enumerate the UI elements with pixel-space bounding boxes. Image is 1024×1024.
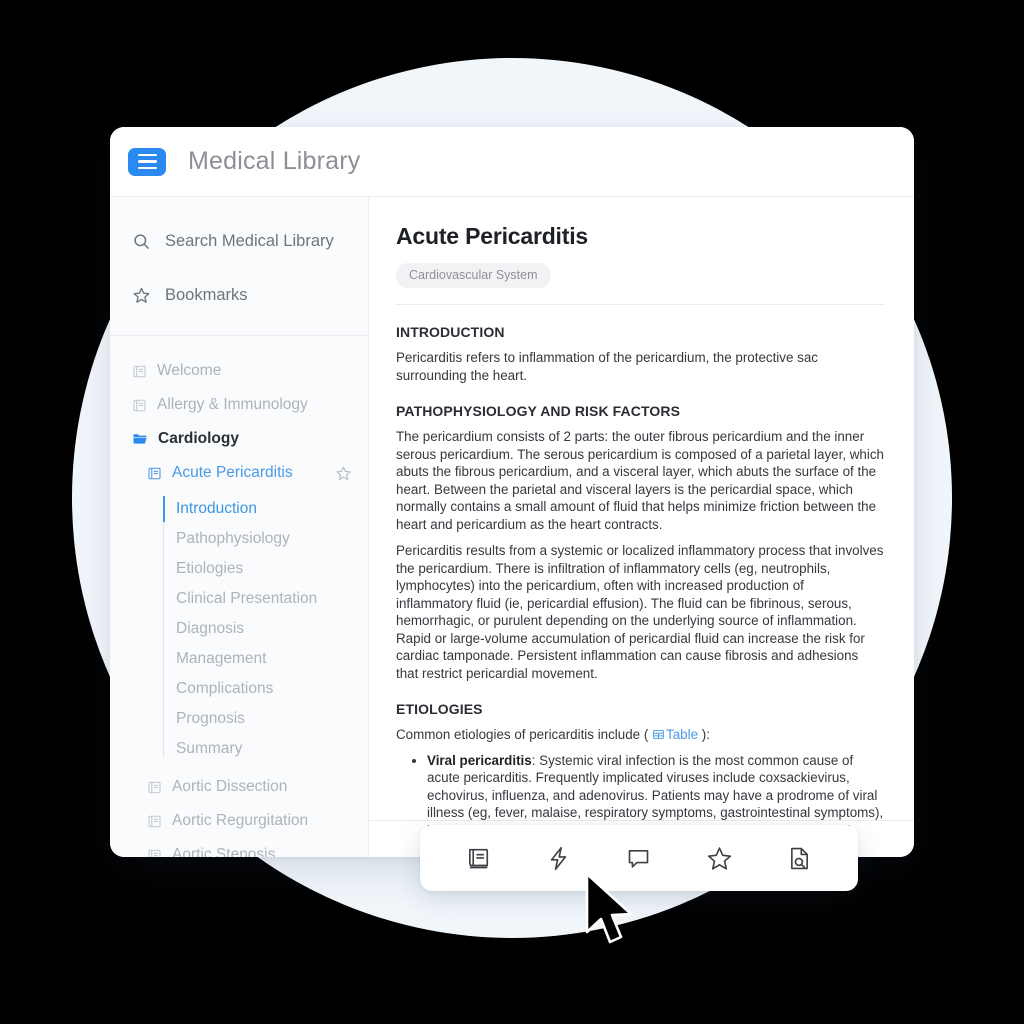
bookmarks-label: Bookmarks	[165, 285, 248, 304]
page-title: Acute Pericarditis	[396, 223, 588, 249]
star-icon	[133, 287, 150, 303]
sidebar-item-label: Aortic Regurgitation	[172, 812, 309, 829]
toc-item-clinical-presentation[interactable]: Clinical Presentation	[163, 584, 368, 614]
toolbar-quick-button[interactable]	[532, 835, 586, 881]
search-icon	[134, 233, 149, 249]
title-bar: Medical Library	[110, 127, 914, 197]
book-icon	[148, 815, 161, 827]
sidebar-item-aortic-dissection[interactable]: Aortic Dissection	[110, 770, 368, 804]
sidebar-item-welcome[interactable]: Welcome	[110, 354, 368, 388]
sidebar-actions: Search Medical Library Bookmarks	[110, 197, 368, 336]
book-icon	[468, 848, 488, 868]
sidebar-item-label: Welcome	[157, 362, 222, 379]
toolbar-bookmark-button[interactable]	[692, 835, 746, 881]
bookmark-toggle-button[interactable]	[335, 465, 352, 482]
toc-item-diagnosis[interactable]: Diagnosis	[163, 614, 368, 644]
section-body-introduction: Pericarditis refers to inflammation of t…	[396, 350, 818, 383]
sidebar-item-cardiology[interactable]: Cardiology	[110, 422, 368, 456]
star-icon	[707, 846, 731, 870]
document-search-icon	[791, 847, 809, 869]
toolbar-find-in-document-button[interactable]	[773, 835, 827, 881]
table-link-label: Table	[666, 727, 699, 742]
toolbar-comments-button[interactable]	[612, 835, 666, 881]
floating-toolbar	[420, 825, 858, 891]
book-icon	[133, 399, 146, 411]
folder-open-icon	[133, 434, 147, 444]
book-icon	[148, 467, 161, 479]
sidebar-item-label: Aortic Stenosis	[172, 846, 276, 857]
book-icon	[148, 849, 161, 857]
hamburger-line	[137, 166, 157, 170]
book-icon	[148, 781, 161, 793]
article-content: Acute Pericarditis Cardiovascular System…	[369, 197, 914, 857]
comment-icon	[629, 849, 649, 868]
lightning-bolt-icon	[550, 846, 567, 870]
sidebar-item-label: Allergy & Immunology	[157, 396, 308, 413]
table-link[interactable]: Table	[652, 727, 698, 742]
toc-item-pathophysiology[interactable]: Pathophysiology	[163, 524, 368, 554]
app-title: Medical Library	[188, 147, 361, 175]
toc-item-complications[interactable]: Complications	[163, 674, 368, 704]
article-toc: Introduction Pathophysiology Etiologies …	[110, 494, 368, 764]
section-heading-introduction: INTRODUCTION	[396, 324, 505, 340]
hamburger-line	[137, 160, 157, 163]
list-item-term: Viral pericarditis	[427, 752, 532, 768]
toc-item-summary[interactable]: Summary	[163, 734, 368, 764]
sidebar-item-aortic-stenosis[interactable]: Aortic Stenosis	[110, 838, 368, 857]
section-body-etiologies-lead: Common etiologies of pericarditis includ…	[396, 726, 884, 744]
bookmarks-button[interactable]: Bookmarks	[110, 275, 368, 315]
search-medical-library-button[interactable]: Search Medical Library	[110, 221, 368, 261]
sidebar-item-label: Acute Pericarditis	[172, 464, 293, 481]
sidebar-item-acute-pericarditis[interactable]: Acute Pericarditis	[110, 456, 368, 490]
etiologies-lead-before: Common etiologies of pericarditis includ…	[396, 727, 653, 742]
sidebar-item-aortic-regurgitation[interactable]: Aortic Regurgitation	[110, 804, 368, 838]
book-icon	[133, 365, 146, 377]
sidebar: Search Medical Library Bookmarks Welcome…	[110, 197, 369, 857]
category-chip: Cardiovascular System	[396, 263, 551, 288]
section-heading-pathophysiology: PATHOPHYSIOLOGY AND RISK FACTORS	[396, 403, 681, 419]
toolbar-book-button[interactable]	[451, 835, 505, 881]
toc-item-prognosis[interactable]: Prognosis	[163, 704, 368, 734]
sidebar-item-allergy-immunology[interactable]: Allergy & Immunology	[110, 388, 368, 422]
star-outline-icon	[336, 466, 351, 480]
content-bottom-divider	[369, 820, 914, 821]
sidebar-item-label: Aortic Dissection	[172, 778, 288, 795]
sidebar-item-label: Cardiology	[158, 430, 239, 447]
section-body-pathophysiology-p1: The pericardium consists of 2 parts: the…	[396, 429, 884, 532]
section-heading-etiologies: ETIOLOGIES	[396, 701, 483, 717]
section-body-pathophysiology-p2: Pericarditis results from a systemic or …	[396, 543, 884, 681]
hamburger-menu-icon[interactable]	[128, 147, 166, 176]
search-medical-library-label: Search Medical Library	[165, 231, 334, 250]
toc-item-management[interactable]: Management	[163, 644, 368, 674]
header-divider	[396, 304, 884, 305]
etiologies-lead-after: ):	[698, 727, 710, 742]
app-window: Medical Library Search Medical Library B…	[110, 127, 914, 857]
window-body: Search Medical Library Bookmarks Welcome…	[110, 197, 914, 857]
toc-item-etiologies[interactable]: Etiologies	[163, 554, 368, 584]
hamburger-line	[137, 153, 157, 157]
table-icon	[653, 729, 664, 740]
sidebar-tree: Welcome Allergy & Immunology Cardiology …	[110, 336, 368, 857]
toc-item-introduction[interactable]: Introduction	[163, 494, 368, 524]
